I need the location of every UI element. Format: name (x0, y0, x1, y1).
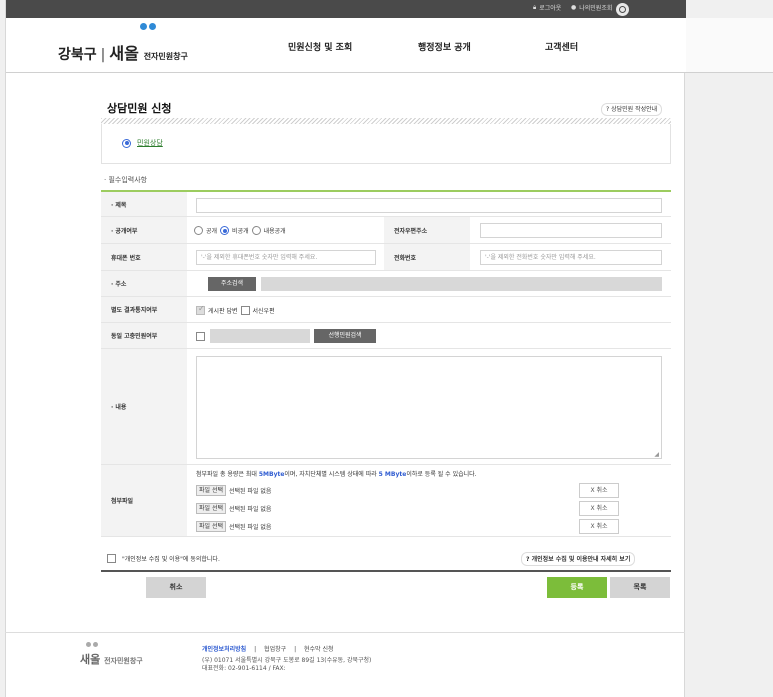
privacy-detail-button[interactable]: ? 개인정보 수집 및 이용안내 자세히 보기 (521, 552, 636, 566)
subject-input[interactable] (196, 198, 662, 213)
repeat-checkbox[interactable] (196, 332, 205, 341)
radio-content-public[interactable] (251, 226, 261, 235)
footer-links: 개인정보처리방침 | 협업창구 | 현수막 신청 (202, 646, 334, 653)
guide-button[interactable]: ? 상담민원 작성안내 (601, 103, 663, 116)
notify-label: 별도 결과통지여부 (101, 297, 187, 322)
file-select-button-3[interactable]: 파일 선택 (196, 521, 226, 532)
subject-label: · 제목 (101, 192, 187, 216)
attach-note: 첨부파일 총 용량은 최대 5MByte이며, 자치단체별 시스템 상태에 따라… (196, 471, 477, 478)
cancel-button[interactable]: 취소 (146, 577, 206, 598)
radio-private[interactable] (220, 226, 230, 235)
file-select-button-1[interactable]: 파일 선택 (196, 485, 226, 496)
footer-divider (5, 632, 685, 633)
content-label: · 내용 (101, 349, 187, 464)
radio-consult[interactable] (122, 138, 131, 148)
mobile-label: 휴대폰 번호 (101, 244, 187, 270)
row-subject: · 제목 (101, 192, 671, 217)
postal-checkbox[interactable] (240, 306, 250, 315)
file-row-1: 파일 선택 선택된 파일 없음 (196, 485, 271, 496)
prior-petition-search-button[interactable]: 선행민원검색 (314, 329, 376, 343)
address-label: · 주소 (101, 271, 187, 296)
agreement-row: "개인정보 수집 및 이용"에 동의합니다. (107, 554, 220, 563)
footer-logo: 새올 전자민원창구 (80, 653, 143, 666)
submit-button[interactable]: 등록 (547, 577, 607, 598)
nav-petition-apply[interactable]: 민원신청 및 조회 (288, 40, 352, 53)
email-label: 전자우편주소 (384, 217, 470, 243)
required-section-label: · 필수입력사항 (104, 176, 148, 184)
phone-label: 전화번호 (384, 244, 470, 270)
phone-input[interactable]: '-'을 제외한 전화번호 숫자만 입력해 주세요. (480, 250, 662, 265)
board-reply-checkbox[interactable] (196, 304, 205, 315)
logout-link[interactable]: 🔒︎ 로그아웃 (533, 3, 561, 13)
lock-icon: 🔒︎ (533, 3, 537, 11)
consult-option-label[interactable]: 민원상담 (137, 138, 163, 148)
attach-label: 첨부파일 (101, 465, 187, 536)
footer-logo-dots-icon (86, 642, 98, 647)
footer-address: (우) 01071 서울특별시 강북구 도봉로 89길 13(수유동, 강북구청… (202, 657, 372, 672)
site-header: 강북구 | 새올 전자민원창구 민원신청 및 조회 행정정보 공개 고객센터 (6, 18, 686, 73)
file-cancel-button-2[interactable]: X 취소 (579, 501, 619, 516)
repeat-label: 동일 고충민원여부 (101, 323, 187, 348)
disclosure-options: 공개 비공개 내용공개 (194, 226, 286, 235)
file-cancel-button-1[interactable]: X 취소 (579, 483, 619, 498)
nav-admin-info[interactable]: 행정정보 공개 (418, 40, 471, 53)
radio-public[interactable] (194, 226, 203, 235)
logo-dots-icon (140, 23, 156, 30)
site-logo[interactable]: 강북구 | 새올 전자민원창구 (58, 40, 188, 64)
notify-options: 게시판 답변 서신우편 (196, 304, 275, 315)
mobile-input[interactable]: '-'을 제외한 휴대폰번호 숫자만 입력해 주세요. (196, 250, 376, 265)
page-title: 상담민원 신청 (107, 102, 172, 115)
file-row-2: 파일 선택 선택된 파일 없음 (196, 503, 271, 514)
search-icon[interactable] (616, 3, 629, 16)
agreement-text: "개인정보 수집 및 이용"에 동의합니다. (122, 556, 220, 563)
banner-request-link[interactable]: 현수막 신청 (304, 646, 334, 653)
email-input[interactable] (480, 223, 662, 238)
nav-customer-center[interactable]: 고객센터 (545, 40, 578, 53)
my-petition-link[interactable]: ● 나의민원조회 (571, 3, 612, 12)
row-repeat: 동일 고충민원여부 선행민원검색 (101, 323, 671, 349)
repeat-display (210, 329, 310, 343)
header-right-strip (686, 18, 773, 73)
disclosure-label: · 공개여부 (101, 217, 187, 243)
cooperation-link[interactable]: 협업창구 (264, 646, 286, 653)
row-contact: 휴대폰 번호 '-'을 제외한 휴대폰번호 숫자만 입력해 주세요. 전화번호 … (101, 244, 671, 271)
top-utility-bar: 🔒︎ 로그아웃 ● 나의민원조회 (6, 0, 686, 18)
file-cancel-button-3[interactable]: X 취소 (579, 519, 619, 534)
row-notify: 별도 결과통지여부 게시판 답변 서신우편 (101, 297, 671, 323)
user-icon: ● (571, 4, 577, 11)
row-content: · 내용 ◢ (101, 349, 671, 465)
agreement-divider (101, 570, 671, 572)
agreement-checkbox[interactable] (107, 554, 116, 563)
petition-type-box: 민원상담 (101, 124, 671, 164)
content-textarea[interactable]: ◢ (196, 356, 662, 459)
row-disclosure: · 공개여부 공개 비공개 내용공개 전자우편주소 (101, 217, 671, 244)
row-address: · 주소 주소검색 (101, 271, 671, 297)
file-select-button-2[interactable]: 파일 선택 (196, 503, 226, 514)
list-button[interactable]: 목록 (610, 577, 670, 598)
privacy-policy-link[interactable]: 개인정보처리방침 (202, 646, 246, 653)
address-display (261, 277, 662, 291)
address-search-button[interactable]: 주소검색 (208, 277, 256, 291)
resize-handle-icon[interactable]: ◢ (654, 451, 659, 458)
file-row-3: 파일 선택 선택된 파일 없음 (196, 521, 271, 532)
row-attachments: 첨부파일 첨부파일 총 용량은 최대 5MByte이며, 자치단체별 시스템 상… (101, 465, 671, 537)
